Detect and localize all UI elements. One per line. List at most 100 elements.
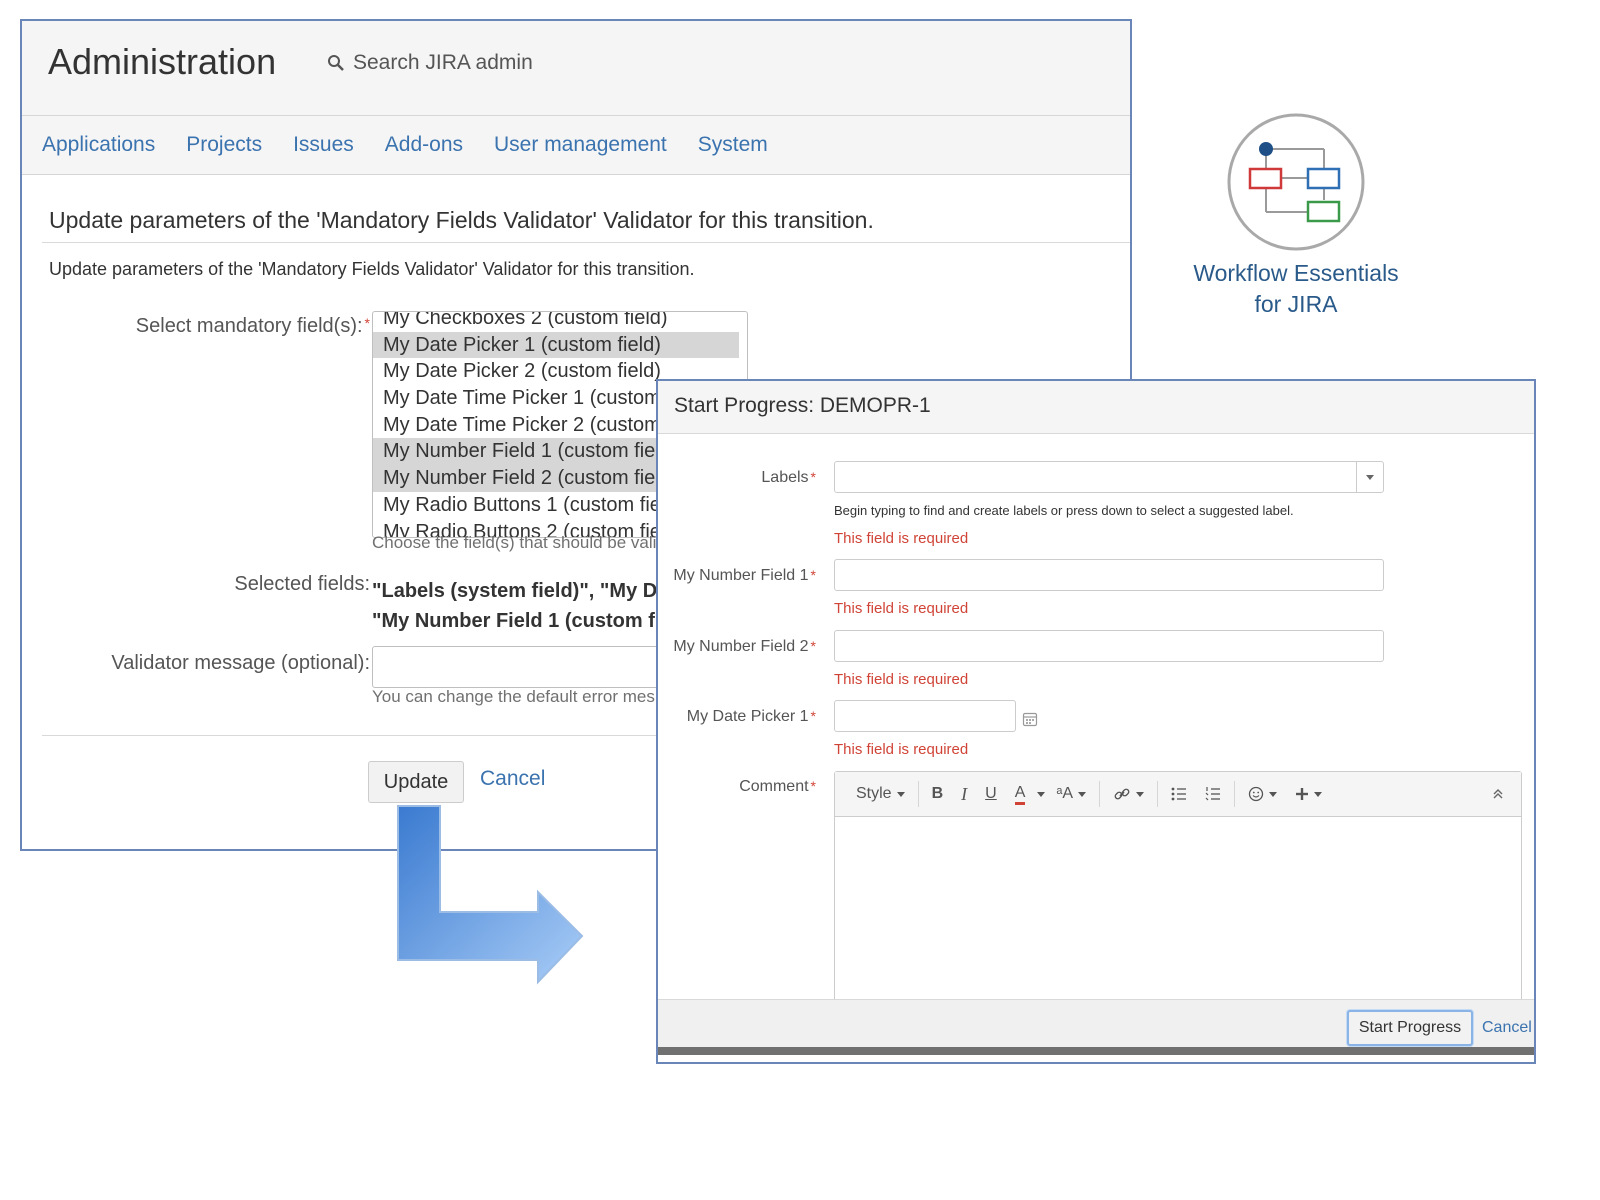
required-marker: * — [810, 638, 816, 654]
selected-fields-value: "Labels (system field)", "My Da "My Numb… — [372, 576, 668, 636]
required-marker: * — [810, 469, 816, 485]
required-marker: * — [810, 708, 816, 724]
numbered-list-icon — [1205, 787, 1220, 801]
chevron-down-icon — [1366, 474, 1374, 480]
labels-error: This field is required — [834, 530, 969, 547]
number-field-2-input[interactable] — [834, 630, 1384, 662]
nav-issues[interactable]: Issues — [293, 133, 354, 157]
style-dropdown[interactable]: Style — [847, 781, 914, 807]
nav-applications[interactable]: Applications — [42, 133, 155, 157]
date-picker-input[interactable] — [834, 700, 1016, 732]
text-color-button[interactable]: A — [1006, 781, 1048, 807]
toolbar-separator — [1157, 781, 1158, 807]
labels-label-text: Labels — [761, 469, 809, 486]
admin-nav: Applications Projects Issues Add-ons Use… — [22, 116, 1130, 175]
transition-dialog: Start Progress: DEMOPR-1 Labels * Begin t… — [656, 379, 1536, 1064]
labels-input[interactable] — [834, 461, 1384, 493]
validator-message-help: You can change the default error mes — [372, 687, 655, 706]
labels-label: Labels * — [761, 469, 816, 487]
required-marker: * — [364, 315, 370, 331]
validator-message-label: Validator message (optional): — [111, 652, 370, 674]
dialog-header: Start Progress: DEMOPR-1 — [658, 381, 1534, 434]
flow-arrow-icon — [397, 805, 584, 985]
divider — [42, 242, 1130, 243]
chevron-down-icon — [1078, 791, 1086, 797]
bold-button[interactable]: B — [923, 781, 953, 807]
plus-icon — [1296, 788, 1308, 800]
comment-label: Comment * — [739, 778, 816, 796]
calendar-icon[interactable] — [1022, 711, 1038, 727]
select-help-text: Choose the field(s) that should be vali — [372, 533, 657, 552]
chevron-down-icon — [896, 791, 905, 797]
required-marker: * — [810, 778, 816, 794]
select-fields-label: Select mandatory field(s): * — [136, 315, 370, 338]
bullet-list-button[interactable] — [1162, 781, 1196, 807]
text-color-icon: A — [1014, 784, 1026, 805]
logo-caption-line-1: Workflow Essentials — [1193, 260, 1399, 286]
toolbar-separator — [1234, 781, 1235, 807]
select-option[interactable]: My Date Picker 1 (custom field) — [373, 331, 739, 359]
labels-help: Begin typing to find and create labels o… — [834, 503, 1294, 518]
date-picker-label-text: My Date Picker 1 — [686, 708, 809, 725]
date-picker-error: This field is required — [834, 741, 969, 758]
toolbar-separator — [1099, 781, 1100, 807]
start-progress-button[interactable]: Start Progress — [1347, 1010, 1473, 1046]
underline-button[interactable]: U — [976, 781, 1006, 807]
text-size-button[interactable]: ᵃA — [1047, 781, 1095, 807]
chevron-down-icon — [1314, 791, 1322, 797]
chevron-down-icon — [1136, 791, 1144, 797]
nav-system[interactable]: System — [698, 133, 768, 157]
insert-more-button[interactable] — [1286, 781, 1331, 807]
dialog-cancel-link[interactable]: Cancel — [1482, 1019, 1532, 1037]
emoticon-button[interactable] — [1239, 781, 1286, 807]
select-option[interactable]: My Checkboxes 2 (custom field) — [373, 312, 739, 332]
nav-user-management[interactable]: User management — [494, 133, 667, 157]
section-description: Update parameters of the 'Mandatory Fiel… — [49, 259, 695, 279]
update-button[interactable]: Update — [368, 761, 464, 803]
nav-projects[interactable]: Projects — [186, 133, 262, 157]
bullet-list-icon — [1171, 787, 1186, 801]
number-field-1-error: This field is required — [834, 600, 969, 617]
labels-dropdown-toggle[interactable] — [1356, 462, 1383, 492]
select-fields-label-text: Select mandatory field(s): — [135, 315, 363, 337]
italic-button[interactable]: I — [952, 781, 976, 807]
chevron-down-icon — [1037, 791, 1046, 797]
toolbar-separator — [917, 781, 919, 807]
workflow-essentials-logo — [1227, 113, 1365, 251]
search-icon — [328, 55, 344, 71]
admin-search[interactable]: Search JIRA admin — [327, 51, 533, 75]
numbered-list-button[interactable] — [1196, 781, 1230, 807]
comment-label-text: Comment — [739, 778, 809, 795]
number-field-1-label-text: My Number Field 1 — [673, 567, 809, 584]
selected-fields-line-1: "Labels (system field)", "My Da — [372, 580, 669, 602]
date-picker-label: My Date Picker 1 * — [687, 708, 816, 726]
search-placeholder[interactable]: Search JIRA admin — [353, 51, 533, 75]
admin-header: Administration Search JIRA admin — [22, 21, 1130, 116]
selected-fields-label: Selected fields: — [234, 573, 370, 595]
cancel-link[interactable]: Cancel — [480, 767, 545, 791]
page-title: Administration — [48, 41, 277, 82]
link-button[interactable] — [1104, 781, 1153, 807]
section-title: Update parameters of the 'Mandatory Fiel… — [49, 207, 874, 233]
collapse-toolbar-button[interactable] — [1483, 781, 1513, 807]
required-marker: * — [810, 567, 816, 583]
number-field-1-label: My Number Field 1 * — [673, 567, 816, 585]
dialog-title: Start Progress: DEMOPR-1 — [674, 394, 931, 417]
logo-caption-line-2: for JIRA — [1254, 291, 1338, 317]
selected-fields-line-2: "My Number Field 1 (custom fi — [372, 610, 661, 632]
text-size-icon: ᵃA — [1056, 785, 1073, 802]
chevron-down-icon — [1269, 791, 1277, 797]
number-field-2-error: This field is required — [834, 671, 969, 688]
comment-editor[interactable]: Style B I U A ᵃA — [834, 771, 1522, 1013]
logo-caption: Workflow Essentials for JIRA — [1160, 258, 1432, 320]
number-field-1-input[interactable] — [834, 559, 1384, 591]
style-label: Style — [856, 785, 892, 802]
number-field-2-label-text: My Number Field 2 — [673, 638, 809, 655]
editor-toolbar: Style B I U A ᵃA — [835, 772, 1521, 817]
nav-add-ons[interactable]: Add-ons — [385, 133, 463, 157]
emoticon-icon — [1248, 786, 1264, 802]
number-field-2-label: My Number Field 2 * — [673, 638, 816, 656]
link-icon — [1114, 788, 1130, 800]
footer-bar — [658, 1047, 1534, 1055]
chevron-up-icon — [1493, 789, 1503, 799]
